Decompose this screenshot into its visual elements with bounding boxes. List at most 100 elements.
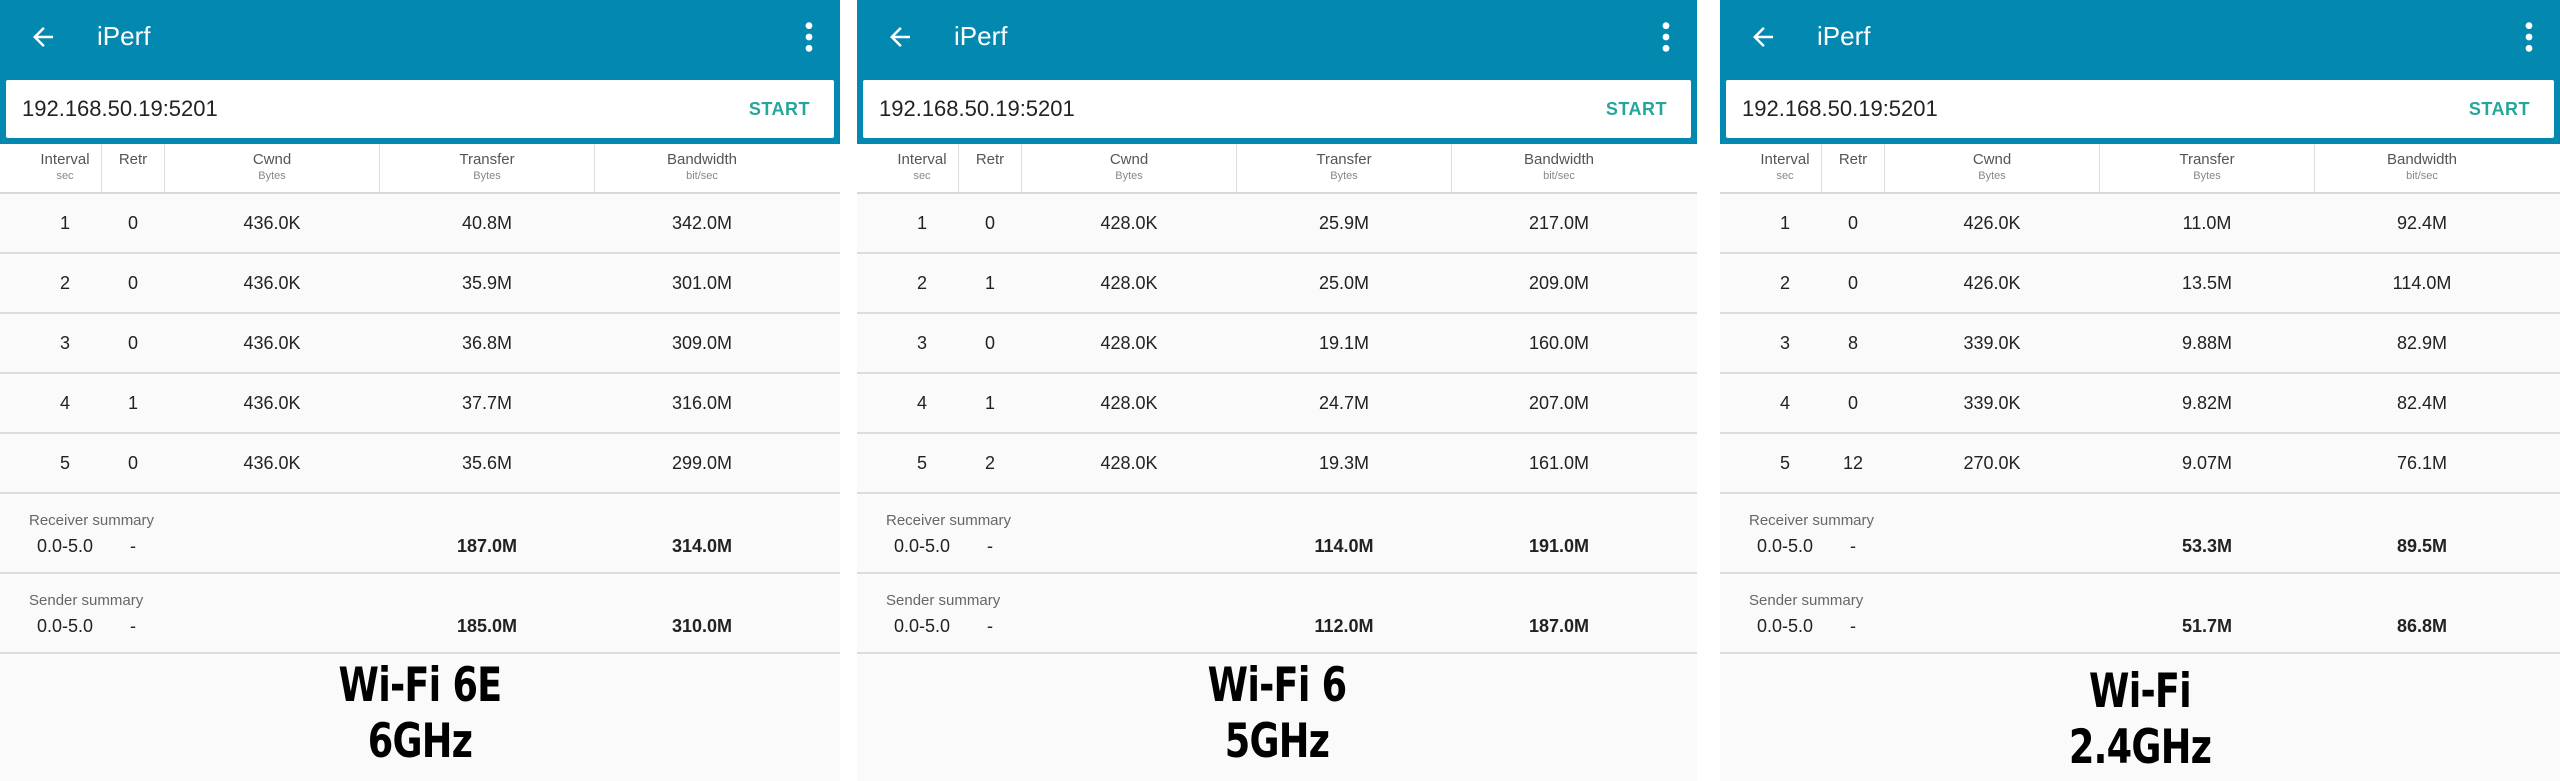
back-arrow-icon[interactable] [1748, 22, 1778, 52]
cwnd-cell: 428.0K [1100, 273, 1158, 293]
bandwidth-cell: 76.1M [2396, 453, 2448, 473]
retr-cell: 0 [127, 453, 138, 473]
transfer-cell: 24.7M [1318, 393, 1370, 413]
bandwidth-cell: 207.0M [1528, 393, 1590, 413]
app-title: iPerf [97, 21, 151, 51]
table-header: Interval sec Retr Cwnd Bytes Transfer Bytes… [857, 144, 1697, 194]
server-input-bar: START [1726, 80, 2554, 138]
retr-cell: 0 [1847, 273, 1858, 293]
sender-summary-row: Sender summary 0.0-5.0 - 51.7M 86.8M [1720, 574, 2560, 654]
summary-transfer: 53.3M [2181, 536, 2233, 556]
col-retr: Retr [118, 151, 148, 168]
col-retr: Retr [1838, 151, 1868, 168]
start-button[interactable]: START [1606, 92, 1667, 126]
retr-cell: 0 [984, 213, 995, 233]
cwnd-cell: 428.0K [1100, 453, 1158, 473]
retr-cell: 0 [127, 213, 138, 233]
col-bandwidth: Bandwidth bit/sec [1523, 151, 1595, 182]
cwnd-cell: 428.0K [1100, 213, 1158, 233]
caption-line-1: Wi-Fi 6E [338, 658, 503, 713]
receiver-summary-row: Receiver summary 0.0-5.0 - 114.0M 191.0M [857, 494, 1697, 574]
bandwidth-cell: 160.0M [1528, 333, 1590, 353]
start-button[interactable]: START [749, 92, 810, 126]
summary-transfer: 112.0M [1314, 616, 1374, 636]
cwnd-cell: 436.0K [243, 273, 301, 293]
iperf-panel-wifi-6e: iPerf START Intervalsec Retr CwndBytes T… [0, 0, 840, 781]
app-bar: iPerf START [857, 0, 1697, 144]
summary-retr: - [1850, 616, 1856, 636]
start-button[interactable]: START [2469, 92, 2530, 126]
summary-bandwidth: 86.8M [2396, 616, 2448, 636]
back-arrow-icon[interactable] [28, 22, 58, 52]
summary-transfer: 187.0M [456, 536, 518, 556]
col-cwnd: Cwnd Bytes [1972, 151, 2012, 182]
table-row: 1 0 436.0K 40.8M 342.0M [0, 194, 840, 254]
table-row: 4 1 436.0K 37.7M 316.0M [0, 374, 840, 434]
bandwidth-cell: 92.4M [2396, 213, 2448, 233]
bandwidth-cell: 82.9M [2396, 333, 2448, 353]
summary-transfer: 51.7M [2181, 616, 2233, 636]
receiver-summary-row: Receiver summary 0.0-5.0 - 53.3M 89.5M [1720, 494, 2560, 574]
server-address-input[interactable] [879, 88, 1479, 130]
table-row: 3 0 428.0K 19.1M 160.0M [857, 314, 1697, 374]
more-vert-icon[interactable] [1659, 20, 1673, 54]
summary-label: Sender summary [29, 592, 144, 609]
transfer-cell: 19.3M [1318, 453, 1370, 473]
caption-line-2: 2.4GHz [2068, 720, 2212, 775]
table-row: 5 0 436.0K 35.6M 299.0M [0, 434, 840, 494]
transfer-cell: 11.0M [2182, 213, 2232, 233]
summary-bandwidth: 314.0M [671, 536, 733, 556]
transfer-cell: 9.82M [2181, 393, 2233, 413]
retr-cell: 0 [984, 333, 995, 353]
col-cwnd: Cwnd Bytes [252, 151, 292, 182]
table-row: 3 0 436.0K 36.8M 309.0M [0, 314, 840, 374]
retr-cell: 1 [984, 273, 995, 293]
summary-label: Sender summary [1749, 592, 1864, 609]
transfer-cell: 13.5M [2181, 273, 2233, 293]
server-address-input[interactable] [1742, 88, 2342, 130]
transfer-cell: 36.8M [461, 333, 513, 353]
summary-retr: - [130, 616, 136, 636]
transfer-cell: 25.0M [1318, 273, 1370, 293]
server-input-bar: START [863, 80, 1691, 138]
app-title: iPerf [954, 21, 1008, 51]
cwnd-cell: 428.0K [1100, 393, 1158, 413]
server-address-input[interactable] [22, 88, 622, 130]
iperf-panel-wifi-2-4ghz: iPerf START Intervalsec Retr CwndBytes T… [1720, 0, 2560, 781]
caption-line-1: Wi-Fi 6 [1207, 658, 1347, 713]
cwnd-cell: 436.0K [243, 333, 301, 353]
col-bandwidth: Bandwidth bit/sec [2386, 151, 2458, 182]
summary-retr: - [987, 536, 993, 556]
bandwidth-cell: 209.0M [1528, 273, 1590, 293]
more-vert-icon[interactable] [802, 20, 816, 54]
col-cwnd: Cwnd Bytes [1109, 151, 1149, 182]
bandwidth-cell: 299.0M [671, 453, 733, 473]
retr-cell: 2 [984, 453, 995, 473]
table-header: Interval sec Retr Cwnd Bytes Transfer Bytes… [1720, 144, 2560, 194]
table-row: 3 8 339.0K 9.88M 82.9M [1720, 314, 2560, 374]
more-vert-icon[interactable] [2522, 20, 2536, 54]
cwnd-cell: 428.0K [1100, 333, 1158, 353]
transfer-cell: 40.8M [461, 213, 513, 233]
app-title: iPerf [1817, 21, 1871, 51]
cwnd-cell: 426.0K [1963, 273, 2021, 293]
retr-cell: 1 [127, 393, 138, 413]
transfer-cell: 9.88M [2181, 333, 2233, 353]
retr-cell: 0 [1847, 393, 1858, 413]
col-transfer: Transfer Bytes [459, 151, 515, 182]
back-arrow-icon[interactable] [885, 22, 915, 52]
table-row: 1 0 426.0K 11.0M 92.4M [1720, 194, 2560, 254]
transfer-cell: 35.6M [461, 453, 513, 473]
retr-cell: 1 [984, 393, 995, 413]
summary-bandwidth: 89.5M [2396, 536, 2448, 556]
summary-retr: - [987, 616, 993, 636]
receiver-summary-row: Receiver summary 0.0-5.0 - 187.0M 314.0M [0, 494, 840, 574]
summary-label: Receiver summary [886, 512, 1012, 529]
results-table: Interval sec Retr Cwnd Bytes Transfer Bytes… [0, 144, 840, 654]
bandwidth-cell: 161.0M [1528, 453, 1590, 473]
table-row: 5 2 428.0K 19.3M 161.0M [857, 434, 1697, 494]
iperf-panel-wifi-6: iPerf START Intervalsec Retr CwndBytes T… [857, 0, 1697, 781]
summary-bandwidth: 187.0M [1528, 616, 1590, 636]
col-retr: Retr [975, 151, 1005, 168]
transfer-cell: 35.9M [461, 273, 513, 293]
